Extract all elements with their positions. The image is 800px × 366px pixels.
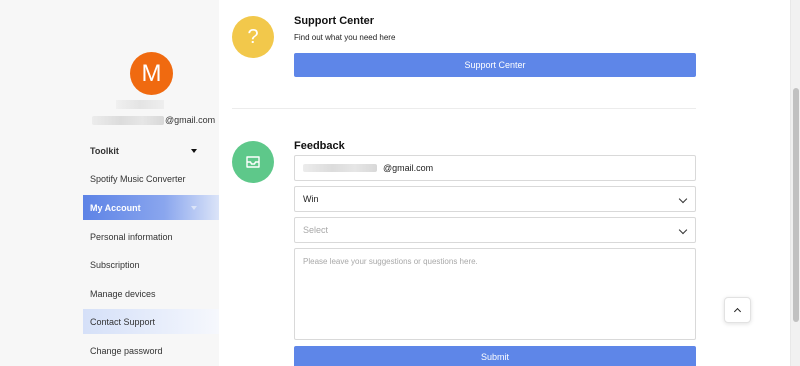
sidebar-item-contact-support[interactable]: Contact Support	[83, 309, 219, 334]
sidebar-item-label: My Account	[90, 202, 141, 213]
sidebar-item-subscription[interactable]: Subscription	[83, 252, 219, 277]
caret-down-icon	[191, 148, 197, 153]
sidebar-item-label: Spotify Music Converter	[90, 173, 186, 184]
avatar: M	[130, 52, 173, 95]
user-email: @gmail.com	[92, 113, 215, 127]
support-center-title: Support Center	[294, 15, 375, 27]
sidebar-item-toolkit[interactable]: Toolkit	[83, 138, 219, 163]
sidebar-item-personal-information[interactable]: Personal information	[83, 224, 219, 249]
chevron-down-icon	[678, 194, 688, 204]
feedback-message-textarea[interactable]: Please leave your suggestions or questio…	[294, 248, 696, 340]
question-mark-icon: ?	[232, 16, 274, 58]
feedback-email-field[interactable]: @gmail.com	[294, 155, 696, 181]
question-mark-glyph: ?	[247, 25, 259, 48]
redacted-username	[116, 100, 164, 109]
support-center-button[interactable]: Support Center	[294, 53, 696, 77]
caret-down-icon	[191, 205, 197, 210]
redacted-email-local	[303, 164, 377, 172]
platform-select[interactable]: Win	[294, 186, 696, 212]
email-domain: @gmail.com	[383, 163, 434, 173]
sidebar-item-label: Subscription	[90, 259, 140, 270]
sidebar-item-spotify-music-converter[interactable]: Spotify Music Converter	[83, 166, 219, 191]
sidebar-item-my-account[interactable]: My Account	[83, 195, 219, 220]
sidebar-item-label: Contact Support	[90, 316, 156, 327]
inbox-icon-svg	[246, 156, 260, 168]
inbox-icon	[232, 141, 274, 183]
scrollbar-thumb[interactable]	[793, 88, 799, 322]
sidebar-item-manage-devices[interactable]: Manage devices	[83, 281, 219, 306]
email-domain: @gmail.com	[165, 115, 216, 125]
chevron-down-icon	[678, 225, 688, 235]
platform-select-value: Win	[303, 194, 319, 204]
page-scrollbar[interactable]	[790, 0, 800, 366]
submit-button[interactable]: Submit	[294, 346, 696, 366]
scroll-to-top-button[interactable]	[724, 297, 751, 323]
sidebar-item-change-password[interactable]: Change password	[83, 338, 219, 363]
sidebar-item-label: Toolkit	[90, 145, 119, 156]
feedback-title: Feedback	[294, 140, 345, 152]
sidebar-item-label: Personal information	[90, 231, 173, 242]
category-select[interactable]: Select	[294, 217, 696, 243]
feedback-message-placeholder: Please leave your suggestions or questio…	[303, 257, 478, 266]
category-select-placeholder: Select	[303, 225, 329, 235]
chevron-up-icon	[733, 307, 742, 316]
sidebar-item-label: Change password	[90, 345, 163, 356]
redacted-email-local	[92, 115, 164, 125]
sidebar: M @gmail.com Toolkit Spotify Music Conve…	[0, 0, 219, 366]
support-center-subtitle: Find out what you need here	[294, 33, 396, 42]
section-divider	[232, 108, 696, 109]
sidebar-item-label: Manage devices	[90, 288, 156, 299]
